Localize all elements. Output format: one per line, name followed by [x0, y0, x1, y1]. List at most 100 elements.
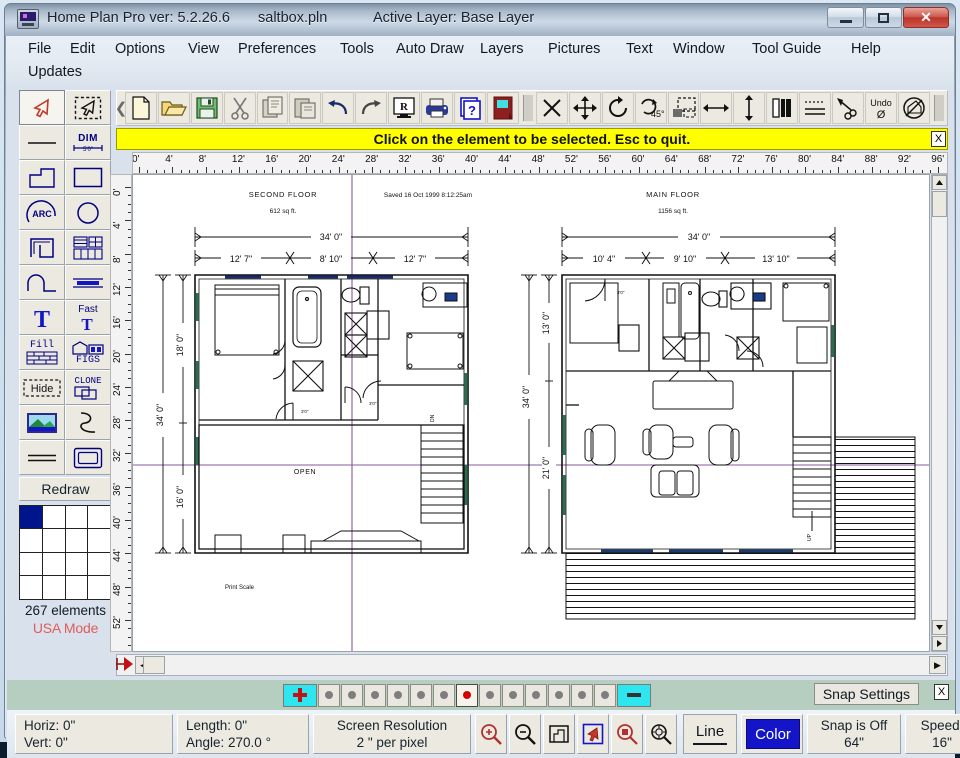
palette-swatch[interactable]: [20, 552, 43, 576]
menu-layers[interactable]: Layers: [476, 39, 528, 59]
figures-tool[interactable]: FIGS: [65, 335, 111, 370]
menu-tool-guide[interactable]: Tool Guide: [748, 39, 825, 59]
rectangle-tool[interactable]: [65, 160, 111, 195]
layer-dot[interactable]: [341, 683, 363, 707]
scroll-right-button[interactable]: ▶: [929, 656, 946, 674]
layer-dot[interactable]: [571, 683, 593, 707]
toolbar-collapse-icon[interactable]: ❮: [115, 93, 128, 123]
layer-dot[interactable]: [318, 683, 340, 707]
circle-tool[interactable]: [65, 195, 111, 230]
door-button[interactable]: [486, 92, 519, 124]
undo-zero-button[interactable]: Undo Ø: [864, 92, 897, 124]
menu-edit[interactable]: Edit: [66, 39, 99, 59]
snap-status-field[interactable]: Snap is Off 64": [807, 714, 901, 754]
palette-swatch[interactable]: [65, 552, 89, 576]
stretch-vertical-button[interactable]: [733, 92, 766, 124]
rounded-box-tool[interactable]: [65, 440, 111, 475]
redraw-button[interactable]: Redraw: [19, 477, 112, 501]
align-button[interactable]: [799, 92, 832, 124]
color-button[interactable]: Color: [746, 719, 800, 749]
line-style-button[interactable]: Line: [683, 714, 737, 754]
palette-swatch[interactable]: [43, 575, 66, 599]
wall-corner-tool[interactable]: [19, 230, 65, 265]
layer-dot[interactable]: [548, 683, 570, 707]
close-button[interactable]: ✕: [903, 7, 949, 28]
paste-button[interactable]: [289, 92, 322, 124]
redo-button[interactable]: [355, 92, 388, 124]
menu-pictures[interactable]: Pictures: [544, 39, 604, 59]
snap-bar-close-button[interactable]: X: [934, 684, 949, 700]
palette-swatch[interactable]: [65, 529, 89, 553]
layer-dot[interactable]: [502, 683, 524, 707]
layer-dot[interactable]: [594, 683, 616, 707]
horizontal-scrollbar[interactable]: ◀ ▶: [116, 654, 948, 676]
layer-dot[interactable]: [387, 683, 409, 707]
move-button[interactable]: [568, 92, 601, 124]
fast-text-tool[interactable]: Fast T: [65, 300, 111, 335]
palette-swatch[interactable]: [88, 506, 111, 530]
add-layer-button[interactable]: [283, 683, 317, 707]
rotate-45-button[interactable]: 45°: [634, 92, 667, 124]
arc-tool[interactable]: ARC: [19, 195, 65, 230]
menu-auto-draw[interactable]: Auto Draw: [392, 39, 468, 59]
prompt-close-button[interactable]: X: [931, 131, 946, 147]
minimize-button[interactable]: [827, 7, 864, 28]
cut-button[interactable]: [223, 92, 256, 124]
menu-help[interactable]: Help: [847, 39, 885, 59]
print-preview-button[interactable]: R: [388, 92, 421, 124]
palette-swatch[interactable]: [65, 506, 89, 530]
snap-settings-button[interactable]: Snap Settings: [813, 683, 919, 705]
scroll-page-right-button[interactable]: [932, 636, 947, 651]
menu-file[interactable]: File: [24, 39, 55, 59]
window-grid-tool[interactable]: [65, 230, 111, 265]
beam-tool[interactable]: [65, 265, 111, 300]
palette-swatch[interactable]: [20, 506, 43, 530]
delete-button[interactable]: [536, 92, 568, 124]
text-tool[interactable]: T: [19, 300, 65, 335]
color-palette[interactable]: [19, 505, 112, 600]
clone-tool[interactable]: CLONE: [65, 370, 111, 405]
cancel-tool-button[interactable]: [897, 92, 930, 124]
help-button[interactable]: ?: [453, 92, 486, 124]
palette-swatch[interactable]: [66, 575, 89, 599]
layer-dot[interactable]: [364, 683, 386, 707]
freehand-tool[interactable]: [65, 405, 111, 440]
double-line-tool[interactable]: [19, 440, 65, 475]
copy-button[interactable]: [256, 92, 289, 124]
maximize-button[interactable]: [865, 7, 902, 28]
new-file-button[interactable]: [125, 92, 157, 124]
stretch-horizontal-button[interactable]: [700, 92, 733, 124]
palette-swatch[interactable]: [42, 552, 66, 576]
print-button[interactable]: [421, 92, 453, 124]
mirror-button[interactable]: [766, 92, 799, 124]
palette-swatch[interactable]: [42, 506, 66, 530]
layer-dot[interactable]: [433, 683, 455, 707]
menu-updates[interactable]: Updates: [24, 62, 86, 82]
line-tool[interactable]: [19, 125, 65, 160]
palette-swatch[interactable]: [20, 575, 43, 599]
speed-field[interactable]: Speed: 16" - +: [905, 714, 960, 754]
picture-tool[interactable]: [19, 405, 65, 440]
attribute-button[interactable]: [832, 92, 864, 124]
select-group-tool[interactable]: [65, 90, 111, 125]
palette-swatch[interactable]: [88, 553, 111, 576]
horizontal-scroll-thumb[interactable]: [143, 656, 165, 674]
scroll-up-button[interactable]: [932, 175, 947, 190]
menu-preferences[interactable]: Preferences: [234, 39, 320, 59]
dimension-tool[interactable]: DIM 5'0": [65, 125, 111, 160]
polyline-tool[interactable]: [19, 160, 65, 195]
menu-tools[interactable]: Tools: [336, 39, 378, 59]
palette-swatch[interactable]: [88, 576, 111, 599]
fill-tool[interactable]: Fill: [19, 335, 65, 370]
layer-dot[interactable]: [525, 683, 547, 707]
zoom-fit-button[interactable]: [543, 714, 575, 754]
menu-view[interactable]: View: [184, 39, 223, 59]
palette-swatch[interactable]: [42, 529, 66, 553]
zoom-in-button[interactable]: [475, 714, 507, 754]
hide-tool[interactable]: Hide: [19, 370, 65, 405]
save-file-button[interactable]: [190, 92, 223, 124]
zoom-out-button[interactable]: [509, 714, 541, 754]
undo-button[interactable]: [322, 92, 355, 124]
palette-swatch[interactable]: [88, 529, 111, 553]
rotate-button[interactable]: [601, 92, 634, 124]
